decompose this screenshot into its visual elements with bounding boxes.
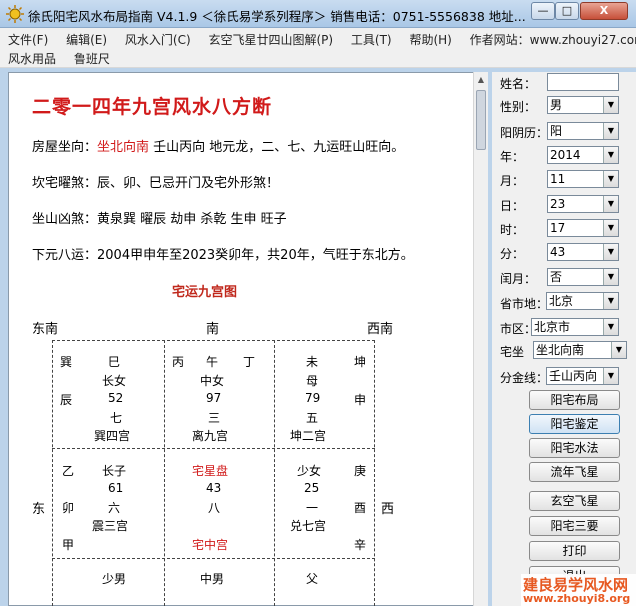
month-select[interactable]: 11 ▼ [547,170,619,188]
vertical-scrollbar[interactable]: ▲ [473,72,488,606]
year-select[interactable]: 2014 ▼ [547,146,619,164]
house-orientation-line: 房屋坐向：坐北向南 壬山丙向 地元龙，二、七、九运旺山旺向。 [32,140,405,155]
title-bar: 徐氏阳宅风水布局指南 V4.1.9 ＜徐氏易学系列程序＞ 销售电话：0751-5… [0,0,636,28]
report-heading: 二零一四年九宫风水八方断 [32,96,273,118]
menu-tools[interactable]: 工具(T) [351,33,392,47]
split-line-label: 分金线： [500,371,549,385]
name-input[interactable] [547,73,619,91]
scroll-thumb[interactable] [476,90,486,150]
yangzhai-appraisal-button[interactable]: 阳宅鉴定 [529,414,620,434]
name-label: 姓名： [500,77,537,91]
split-line-select[interactable]: 壬山丙向 ▼ [546,367,619,385]
province-select[interactable]: 北京 ▼ [546,292,619,310]
day-label: 日： [500,199,525,213]
sun-app-icon [6,5,24,23]
district-select[interactable]: 北京市 ▼ [531,318,619,336]
month-label: 月： [500,174,525,188]
chevron-down-icon[interactable]: ▼ [603,244,618,260]
close-button[interactable]: X [580,2,628,20]
nine-palace-title: 宅运九宫图 [172,285,238,300]
annual-flying-star-button[interactable]: 流年飞星 [529,462,620,482]
house-seat-select[interactable]: 坐北向南 ▼ [533,341,627,359]
xuankong-flying-star-button[interactable]: 玄空飞星 [529,491,620,511]
menu-edit[interactable]: 编辑(E) [66,33,107,47]
menu-luban-ruler[interactable]: 鲁班尺 [74,52,110,66]
menu-help[interactable]: 帮助(H) [409,33,451,47]
calendar-select[interactable]: 阳 ▼ [547,122,619,140]
menu-author-site[interactable]: 作者网站：www.zhouyi27.com [470,33,636,47]
period-eight-line: 下元八运：2004甲申年至2023癸卯年，共20年，气旺于东北方。 [32,248,414,263]
direction-east: 东 [32,502,46,517]
menu-fengshui-intro[interactable]: 风水入门(C) [125,33,191,47]
chevron-down-icon[interactable]: ▼ [611,342,626,358]
menu-fengshui-goods[interactable]: 风水用品 [8,52,56,66]
chevron-down-icon[interactable]: ▼ [603,97,618,113]
scroll-up-icon[interactable]: ▲ [476,76,486,84]
menu-file[interactable]: 文件(F) [8,33,48,47]
chevron-down-icon[interactable]: ▼ [603,147,618,163]
yangzhai-water-button[interactable]: 阳宅水法 [529,438,620,458]
minimize-button[interactable]: — [531,2,555,20]
chevron-down-icon[interactable]: ▼ [603,319,618,335]
gender-select[interactable]: 男 ▼ [547,96,619,114]
window-title: 徐氏阳宅风水布局指南 V4.1.9 ＜徐氏易学系列程序＞ 销售电话：0751-5… [28,9,526,24]
chevron-down-icon[interactable]: ▼ [603,196,618,212]
house-seat-label: 宅坐 [500,345,525,359]
leap-month-label: 闰月： [500,272,537,286]
day-select[interactable]: 23 ▼ [547,195,619,213]
kan-house-line: 坎宅曜煞：辰、卯、巳忌开门及宅外形煞！ [32,176,280,191]
menu-xuankong[interactable]: 玄空飞星廿四山图解(P) [208,33,333,47]
year-label: 年： [500,150,525,164]
menu-bar: 文件(F) 编辑(E) 风水入门(C) 玄空飞星廿四山图解(P) 工具(T) 帮… [0,28,636,68]
gender-label: 性别： [500,100,537,114]
seat-mountain-line: 坐山凶煞：黄泉巽 曜辰 劫申 杀乾 生申 旺子 [32,212,287,227]
direction-west: 西 [381,502,395,517]
site-watermark: 建良易学风水网 www.zhouyi8.org [521,574,636,606]
calendar-label: 阳阴历： [500,126,549,140]
chevron-down-icon[interactable]: ▼ [603,123,618,139]
watermark-url: www.zhouyi8.org [523,592,631,605]
minute-label: 分： [500,247,525,261]
hour-select[interactable]: 17 ▼ [547,219,619,237]
direction-south: 南 [206,322,220,337]
yangzhai-layout-button[interactable]: 阳宅布局 [529,390,620,410]
maximize-button[interactable]: □ [555,2,579,20]
chevron-down-icon[interactable]: ▼ [603,220,618,236]
print-button[interactable]: 打印 [529,541,620,561]
chevron-down-icon[interactable]: ▼ [603,293,618,309]
chevron-down-icon[interactable]: ▼ [603,269,618,285]
chevron-down-icon[interactable]: ▼ [603,171,618,187]
yangzhai-three-essentials-button[interactable]: 阳宅三要 [529,516,620,536]
direction-southeast: 东南 [32,322,59,337]
hour-label: 时： [500,223,525,237]
leap-month-select[interactable]: 否 ▼ [547,268,619,286]
chevron-down-icon[interactable]: ▼ [603,368,618,384]
direction-southwest: 西南 [367,322,394,337]
minute-select[interactable]: 43 ▼ [547,243,619,261]
province-label: 省市地： [500,297,549,311]
